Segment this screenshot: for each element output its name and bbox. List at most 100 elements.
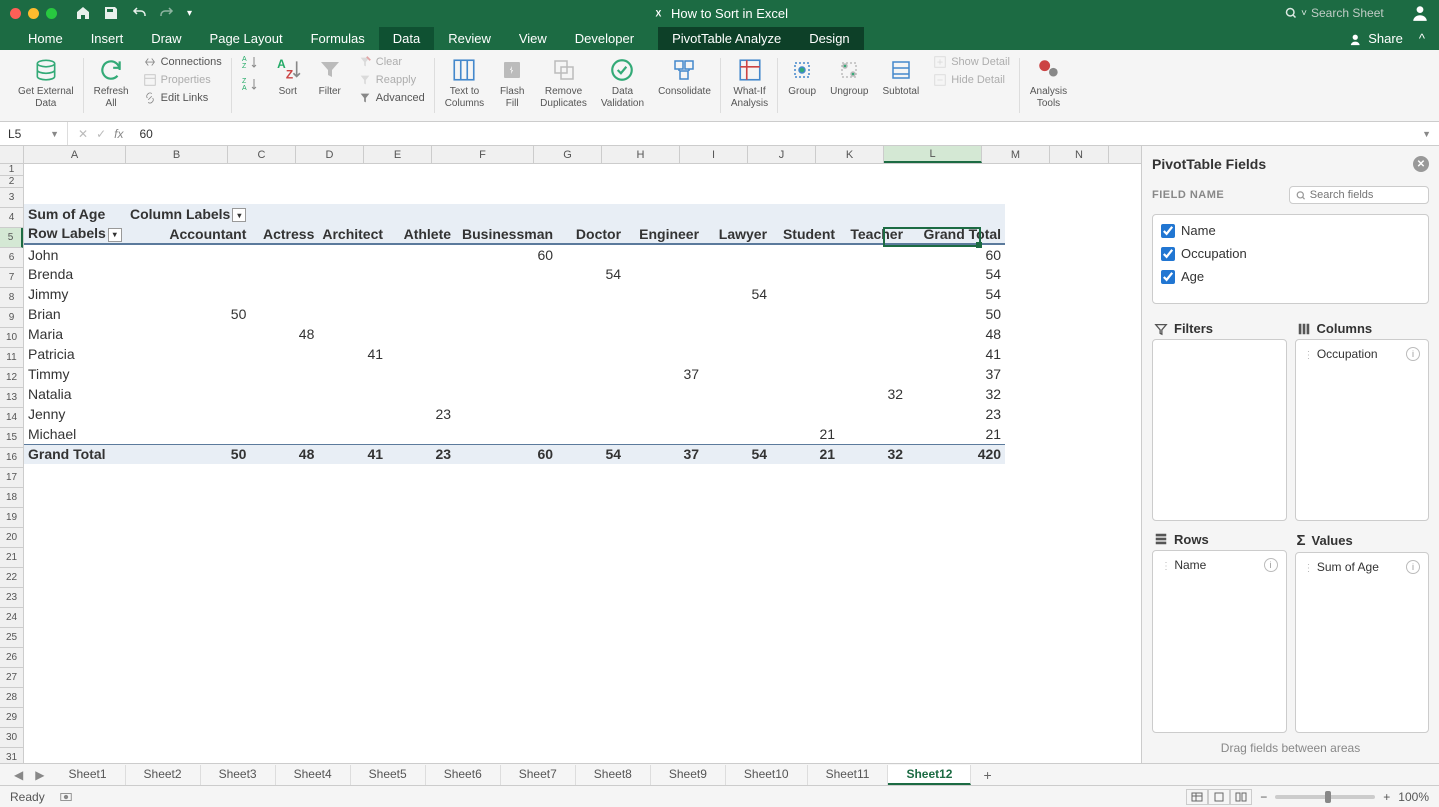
add-sheet-button[interactable]: + — [971, 767, 1003, 783]
row-header-22[interactable]: 22 — [0, 568, 23, 588]
tab-page-layout[interactable]: Page Layout — [196, 27, 297, 50]
row-header-14[interactable]: 14 — [0, 408, 23, 428]
page-break-view[interactable] — [1230, 789, 1252, 805]
field-name[interactable]: Name — [1161, 223, 1420, 238]
text-to-columns-button[interactable]: Text to Columns — [441, 54, 488, 112]
tab-view[interactable]: View — [505, 27, 561, 50]
col-header-K[interactable]: K — [816, 146, 884, 163]
cancel-formula-icon[interactable]: ✕ — [78, 127, 88, 141]
redo-icon[interactable] — [159, 5, 175, 21]
col-header-C[interactable]: C — [228, 146, 296, 163]
group-button[interactable]: Group — [784, 54, 820, 100]
name-box[interactable]: L5▼ — [0, 122, 68, 145]
col-header-L[interactable]: L — [884, 146, 982, 163]
confirm-formula-icon[interactable]: ✓ — [96, 127, 106, 141]
sort-za-button[interactable]: ZA — [238, 76, 264, 92]
col-header-B[interactable]: B — [126, 146, 228, 163]
refresh-all-button[interactable]: Refresh All — [90, 54, 133, 112]
whatif-button[interactable]: What-If Analysis — [727, 54, 772, 112]
normal-view[interactable] — [1186, 789, 1208, 805]
values-area[interactable]: ⋮ Sum of Agei — [1295, 552, 1430, 734]
row-header-17[interactable]: 17 — [0, 468, 23, 488]
row-header-31[interactable]: 31 — [0, 748, 23, 763]
row-header-16[interactable]: 16 — [0, 448, 23, 468]
search-fields[interactable] — [1289, 186, 1429, 204]
get-external-data-button[interactable]: Get External Data — [14, 54, 78, 112]
collapse-ribbon[interactable]: ^ — [1413, 27, 1431, 50]
row-header-25[interactable]: 25 — [0, 628, 23, 648]
row-header-13[interactable]: 13 — [0, 388, 23, 408]
prev-sheet[interactable]: ◀ — [8, 768, 29, 782]
col-header-E[interactable]: E — [364, 146, 432, 163]
area-item-sum-of-age[interactable]: ⋮ Sum of Agei — [1300, 557, 1425, 577]
row-header-8[interactable]: 8 — [0, 288, 23, 308]
row-header-23[interactable]: 23 — [0, 588, 23, 608]
row-header-3[interactable]: 3 — [0, 188, 23, 208]
close-icon[interactable]: ✕ — [1413, 156, 1429, 172]
row-header-20[interactable]: 20 — [0, 528, 23, 548]
row-header-19[interactable]: 19 — [0, 508, 23, 528]
sort-az-button[interactable]: AZ — [238, 54, 264, 70]
col-header-A[interactable]: A — [24, 146, 126, 163]
row-header-29[interactable]: 29 — [0, 708, 23, 728]
tab-developer[interactable]: Developer — [561, 27, 648, 50]
col-header-N[interactable]: N — [1050, 146, 1109, 163]
search-sheet[interactable]: ˅ — [1285, 6, 1401, 20]
area-item-occupation[interactable]: ⋮ Occupationi — [1300, 344, 1425, 364]
tab-home[interactable]: Home — [14, 27, 77, 50]
row-header-1[interactable]: 1 — [0, 164, 23, 176]
row-header-27[interactable]: 27 — [0, 668, 23, 688]
col-header-F[interactable]: F — [432, 146, 534, 163]
tab-formulas[interactable]: Formulas — [297, 27, 379, 50]
data-validation-button[interactable]: Data Validation — [597, 54, 648, 112]
save-icon[interactable] — [103, 5, 119, 21]
row-header-4[interactable]: 4 — [0, 208, 23, 228]
sheet-tab-sheet6[interactable]: Sheet6 — [426, 765, 501, 785]
row-header-26[interactable]: 26 — [0, 648, 23, 668]
sheet-tab-sheet4[interactable]: Sheet4 — [276, 765, 351, 785]
home-icon[interactable] — [75, 5, 91, 21]
connections-button[interactable]: Connections — [139, 54, 226, 70]
subtotal-button[interactable]: Subtotal — [878, 54, 923, 100]
zoom-level[interactable]: 100% — [1398, 790, 1429, 804]
search-input[interactable] — [1311, 6, 1401, 20]
expand-formula-bar[interactable]: ▼ — [1422, 129, 1439, 139]
fx-icon[interactable]: fx — [114, 127, 123, 141]
maximize-window[interactable] — [46, 8, 57, 19]
row-header-28[interactable]: 28 — [0, 688, 23, 708]
sheet-tab-sheet7[interactable]: Sheet7 — [501, 765, 576, 785]
spreadsheet-grid[interactable]: ABCDEFGHIJKLMN 1234567891011121314151617… — [0, 146, 1141, 763]
row-header-15[interactable]: 15 — [0, 428, 23, 448]
sheet-tab-sheet11[interactable]: Sheet11 — [808, 765, 889, 785]
row-header-9[interactable]: 9 — [0, 308, 23, 328]
ungroup-button[interactable]: Ungroup — [826, 54, 872, 100]
select-all-corner[interactable] — [0, 146, 24, 163]
sheet-tab-sheet1[interactable]: Sheet1 — [50, 765, 125, 785]
minimize-window[interactable] — [28, 8, 39, 19]
next-sheet[interactable]: ▶ — [29, 768, 50, 782]
sheet-tab-sheet10[interactable]: Sheet10 — [726, 765, 808, 785]
tab-data[interactable]: Data — [379, 27, 434, 50]
rows-area[interactable]: ⋮ Namei — [1152, 550, 1287, 734]
row-header-6[interactable]: 6 — [0, 248, 23, 268]
area-item-name[interactable]: ⋮ Namei — [1157, 555, 1282, 575]
page-layout-view[interactable] — [1208, 789, 1230, 805]
row-header-12[interactable]: 12 — [0, 368, 23, 388]
close-window[interactable] — [10, 8, 21, 19]
sheet-tab-sheet3[interactable]: Sheet3 — [201, 765, 276, 785]
undo-icon[interactable] — [131, 5, 147, 21]
advanced-button[interactable]: Advanced — [354, 90, 429, 106]
col-header-G[interactable]: G — [534, 146, 602, 163]
macro-record-icon[interactable] — [59, 790, 73, 804]
field-occupation[interactable]: Occupation — [1161, 246, 1420, 261]
row-header-18[interactable]: 18 — [0, 488, 23, 508]
tab-review[interactable]: Review — [434, 27, 505, 50]
tab-design[interactable]: Design — [795, 27, 863, 50]
zoom-slider[interactable] — [1275, 795, 1375, 799]
edit-links-button[interactable]: Edit Links — [139, 90, 226, 106]
tab-insert[interactable]: Insert — [77, 27, 138, 50]
row-header-7[interactable]: 7 — [0, 268, 23, 288]
row-header-21[interactable]: 21 — [0, 548, 23, 568]
col-header-H[interactable]: H — [602, 146, 680, 163]
sheet-tab-sheet12[interactable]: Sheet12 — [888, 765, 971, 785]
